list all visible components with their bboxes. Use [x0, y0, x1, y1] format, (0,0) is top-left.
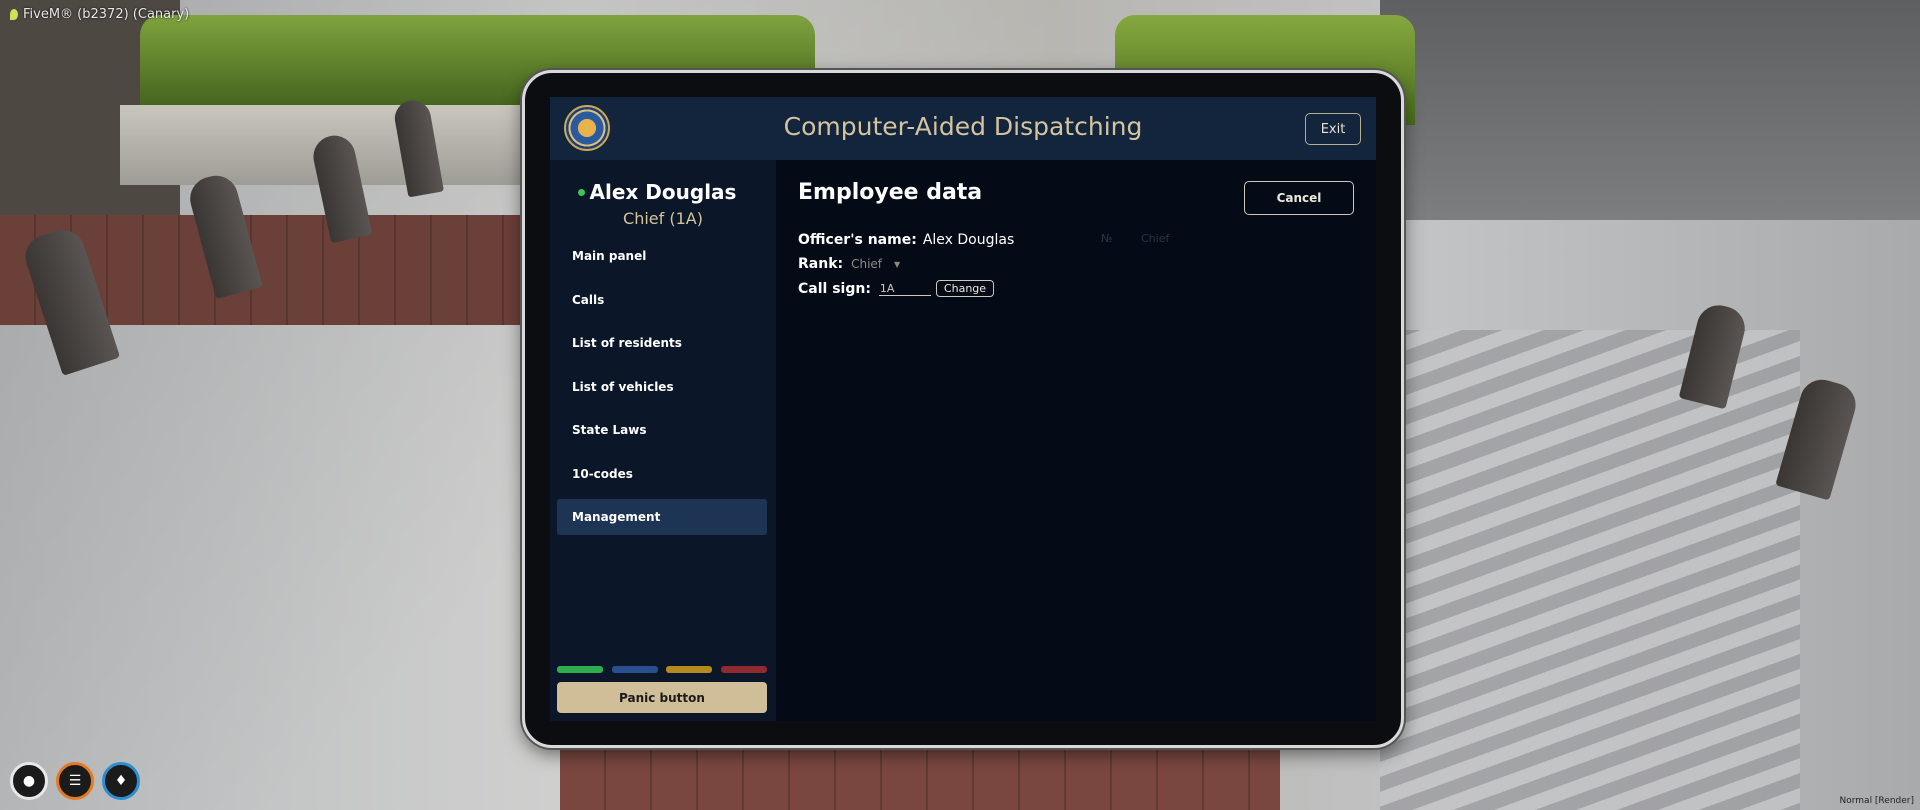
fivem-logo-icon — [10, 9, 18, 20]
sidebar-item-main-panel[interactable]: Main panel — [557, 238, 767, 274]
sidebar-item-state-laws[interactable]: State Laws — [557, 412, 767, 448]
sidebar-item-management[interactable]: Management — [557, 499, 767, 535]
sidebar-item-10-codes[interactable]: 10-codes — [557, 456, 767, 492]
sidebar-item-vehicles[interactable]: List of vehicles — [557, 369, 767, 405]
ghost-column-number: № — [1101, 232, 1113, 245]
call-sign-row: Call sign: Change — [798, 280, 995, 297]
rank-select-value: Chief — [851, 257, 883, 271]
cancel-button[interactable]: Cancel — [1244, 181, 1354, 215]
build-tag: Normal [Render] — [1839, 796, 1915, 806]
rank-label: Rank: — [798, 256, 844, 272]
sidebar: Alex Douglas Chief (1A) Main panel Calls… — [550, 160, 776, 721]
status-yellow-button[interactable] — [666, 666, 713, 673]
sidebar-nav: Main panel Calls List of residents List … — [557, 238, 767, 543]
status-buttons — [557, 666, 767, 673]
rank-select[interactable]: Chief ▼ — [851, 257, 900, 271]
status-red-button[interactable] — [720, 666, 767, 673]
chevron-down-icon: ▼ — [894, 259, 901, 269]
rank-row: Rank: Chief ▼ — [798, 256, 900, 272]
sidebar-item-calls[interactable]: Calls — [557, 282, 767, 318]
background-road — [1380, 0, 1920, 220]
status-green-button[interactable] — [557, 666, 603, 673]
tablet: Computer-Aided Dispatching Exit Alex Dou… — [522, 70, 1404, 748]
microphone-icon: ● — [10, 762, 48, 800]
food-icon: ☰ — [56, 762, 94, 800]
sidebar-item-residents[interactable]: List of residents — [557, 325, 767, 361]
officer-name-label: Officer's name: — [798, 232, 917, 248]
call-sign-input[interactable] — [878, 281, 931, 296]
call-sign-label: Call sign: — [798, 280, 871, 297]
status-blue-button[interactable] — [611, 666, 658, 673]
water-drop-icon: ♦ — [102, 762, 140, 800]
panic-button[interactable]: Panic button — [557, 682, 767, 713]
content-panel: Employee data Cancel № Chief Officer's n… — [776, 160, 1376, 721]
change-call-sign-button[interactable]: Change — [935, 280, 995, 297]
cad-header: Computer-Aided Dispatching Exit — [550, 97, 1376, 160]
user-name: Alex Douglas — [589, 180, 737, 204]
window-title-text: FiveM® (b2372) (Canary) — [23, 7, 190, 22]
officer-name-value: Alex Douglas — [922, 232, 1015, 248]
ghost-column-rank: Chief — [1141, 232, 1170, 245]
background-stairs — [1380, 330, 1800, 810]
exit-button[interactable]: Exit — [1305, 113, 1361, 145]
app-title: Computer-Aided Dispatching — [783, 112, 1143, 141]
user-rank: Chief (1A) — [623, 209, 703, 228]
cad-screen: Computer-Aided Dispatching Exit Alex Dou… — [550, 97, 1376, 721]
content-title: Employee data — [798, 180, 983, 205]
window-title: FiveM® (b2372) (Canary) — [10, 7, 189, 22]
officer-name-row: Officer's name: Alex Douglas — [798, 232, 1014, 248]
hud: ● ☰ ♦ — [10, 762, 140, 800]
